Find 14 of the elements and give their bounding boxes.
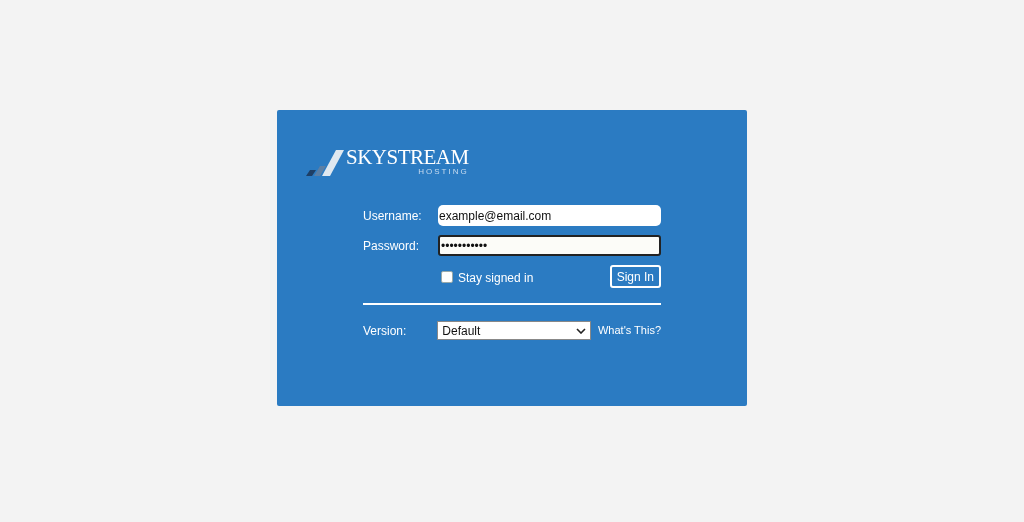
password-label: Password: — [363, 237, 421, 255]
logo-bars-icon — [306, 150, 344, 176]
logo-wordmark: SKYSTREAM — [346, 146, 469, 168]
sign-in-button[interactable]: Sign In — [609, 265, 661, 288]
username-label: Username: — [363, 207, 423, 225]
whats-this-link[interactable]: What's This? — [597, 322, 661, 339]
stay-signed-in-label: Stay signed in — [458, 270, 534, 287]
version-label: Version: — [363, 322, 408, 340]
username-field[interactable]: example@email.com — [438, 205, 661, 226]
password-field[interactable]: ••••••••••• — [438, 235, 661, 256]
logo-tagline: HOSTING — [418, 168, 469, 176]
version-dropdown[interactable]: Default — [437, 321, 591, 340]
stay-signed-in-checkbox[interactable] — [441, 270, 453, 283]
chevron-down-icon — [575, 327, 586, 334]
